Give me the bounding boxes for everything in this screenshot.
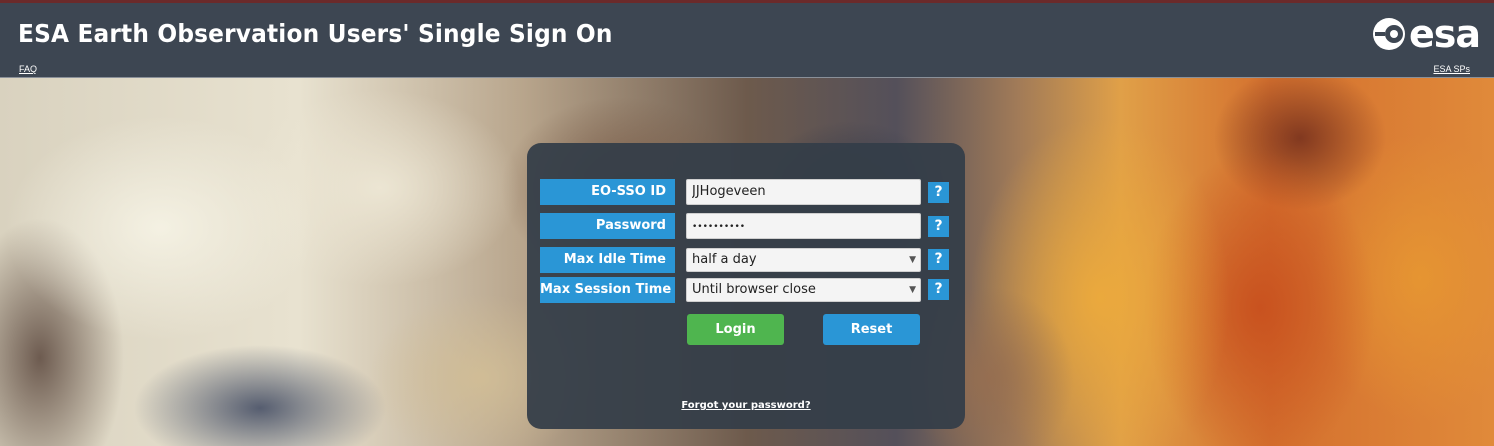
eo-sso-id-input[interactable] — [692, 184, 912, 199]
password-help-button[interactable]: ? — [928, 216, 949, 237]
eo-sso-id-field[interactable] — [686, 179, 921, 205]
esa-logo-text: esa — [1408, 12, 1481, 56]
esa-logo[interactable]: esa — [1371, 12, 1481, 56]
password-input[interactable]: •••••••••• — [692, 222, 745, 232]
max-session-time-label: Max Session Time — [540, 277, 675, 303]
login-button[interactable]: Login — [687, 314, 784, 345]
eo-sso-id-label: EO-SSO ID — [540, 179, 675, 205]
reset-button[interactable]: Reset — [823, 314, 920, 345]
max-session-time-help-button[interactable]: ? — [928, 279, 949, 300]
chevron-down-icon: ▼ — [909, 285, 916, 295]
max-idle-time-value: half a day — [692, 252, 757, 267]
password-field[interactable]: •••••••••• — [686, 213, 921, 239]
max-idle-time-label: Max Idle Time — [540, 247, 675, 273]
password-label: Password — [540, 213, 675, 239]
eo-sso-id-row: EO-SSO ID — [540, 179, 675, 205]
forgot-password-link[interactable]: Forgot your password? — [527, 400, 965, 411]
esa-sps-link[interactable]: ESA SPs — [1433, 64, 1470, 74]
esa-logo-icon — [1372, 18, 1405, 50]
login-panel: EO-SSO ID ? Password •••••••••• ? Max Id… — [527, 143, 965, 429]
max-session-time-row: Max Session Time — [540, 277, 675, 303]
password-row: Password — [540, 213, 675, 239]
max-idle-time-row: Max Idle Time — [540, 247, 675, 273]
faq-link[interactable]: FAQ — [19, 64, 37, 74]
page-title: ESA Earth Observation Users' Single Sign… — [18, 19, 613, 48]
chevron-down-icon: ▼ — [909, 255, 916, 265]
max-session-time-value: Until browser close — [692, 282, 816, 297]
max-session-time-select[interactable]: Until browser close ▼ — [686, 278, 921, 302]
eo-sso-id-help-button[interactable]: ? — [928, 182, 949, 203]
page: ESA Earth Observation Users' Single Sign… — [0, 0, 1494, 446]
max-idle-time-select[interactable]: half a day ▼ — [686, 248, 921, 272]
header: ESA Earth Observation Users' Single Sign… — [0, 3, 1494, 78]
max-idle-time-help-button[interactable]: ? — [928, 249, 949, 270]
